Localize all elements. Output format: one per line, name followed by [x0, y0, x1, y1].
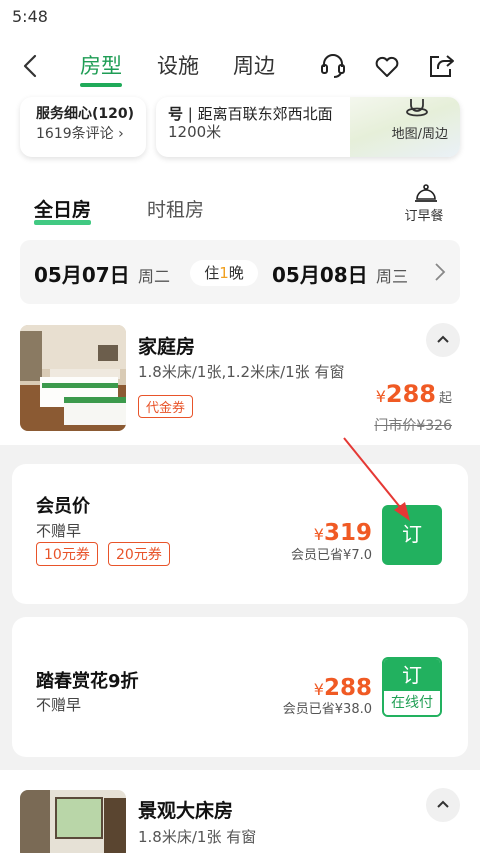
- rating-card[interactable]: 服务细心(120) 1619条评论 ›: [20, 97, 146, 157]
- back-icon[interactable]: [18, 53, 44, 79]
- offer-spring-discount[interactable]: 踏春赏花9折 不赠早 ¥288 会员已省¥38.0 订 在线付: [12, 617, 468, 757]
- book-online-button[interactable]: 订 在线付: [382, 657, 442, 717]
- offer-title: 会员价: [36, 496, 90, 517]
- room-list-section: 全日房 时租房 订早餐 05月07日 周二 住1晚 05月08日 周三 家庭房 …: [0, 175, 480, 445]
- tab-room-types-label: 房型: [80, 54, 122, 78]
- customer-service-icon[interactable]: [319, 52, 347, 80]
- room-bed-info: 1.8米床/1张 有窗: [138, 828, 257, 846]
- checkin-date: 05月07日: [34, 263, 130, 287]
- tab-facilities[interactable]: 设施: [157, 50, 199, 80]
- offer-price: ¥319: [313, 520, 372, 546]
- offer-breakfast: 不赠早: [36, 696, 82, 714]
- room-photo: [20, 325, 126, 431]
- offer-title: 踏春赏花9折: [36, 671, 139, 692]
- tab-hourly[interactable]: 时租房: [147, 195, 204, 222]
- room-bed-info: 1.8米床/1张,1.2米床/1张 有窗: [138, 363, 345, 381]
- review-count-link[interactable]: 1619条评论 ›: [36, 123, 124, 143]
- location-pin-icon: [406, 99, 428, 117]
- chevron-up-icon: [437, 800, 449, 808]
- chevron-up-icon: [437, 335, 449, 343]
- pay-online-label: 在线付: [384, 691, 440, 715]
- member-saved: 会员已省¥38.0: [282, 702, 372, 717]
- room-view-king[interactable]: 景观大床房 1.8米床/1张 有窗: [0, 770, 480, 853]
- nav-bar: 房型 设施 周边: [0, 40, 480, 92]
- active-tab-underline: [80, 83, 122, 87]
- offer-member-price[interactable]: 会员价 不赠早 10元券 20元券 ¥319 会员已省¥7.0 订: [12, 464, 468, 604]
- coupon-10: 10元券: [36, 542, 98, 566]
- book-button[interactable]: 订: [382, 505, 442, 565]
- tab-room-types[interactable]: 房型: [80, 50, 122, 87]
- checkin-weekday: 周二: [138, 267, 171, 286]
- tab-full-day-label: 全日房: [34, 199, 92, 221]
- sub-tab-underline: [34, 220, 92, 225]
- room-name: 家庭房: [138, 336, 196, 358]
- room-price: ¥288 起: [375, 380, 452, 408]
- tab-hourly-label: 时租房: [147, 199, 205, 221]
- room-photo: [20, 790, 126, 853]
- heart-icon[interactable]: [373, 52, 401, 80]
- door-price: 门市价¥326: [374, 418, 452, 434]
- map-label: 地图/周边: [391, 127, 448, 142]
- nights-badge: 住1晚: [190, 260, 258, 286]
- voucher-badge: 代金券: [138, 395, 194, 418]
- offer-breakfast: 不赠早: [36, 522, 82, 540]
- book-label: 订: [384, 659, 440, 691]
- checkout-date: 05月08日: [272, 263, 368, 287]
- review-count: 1619条评论: [36, 126, 114, 142]
- checkout-weekday: 周三: [376, 267, 409, 286]
- chevron-right-icon: ›: [118, 126, 124, 142]
- tab-facilities-label: 设施: [157, 54, 199, 78]
- collapse-button[interactable]: [426, 788, 460, 822]
- location-line-2: 1200米: [168, 123, 222, 141]
- map-thumbnail[interactable]: 地图/周边: [350, 97, 460, 157]
- room-family[interactable]: 家庭房 1.8米床/1张,1.2米床/1张 有窗 代金券 ¥288 起 门市价¥3…: [20, 323, 460, 435]
- tab-surroundings[interactable]: 周边: [233, 50, 275, 80]
- order-breakfast-label: 订早餐: [404, 209, 444, 224]
- header: 5:48 房型 设施 周边 服务细心(120) 1619条评论 › 地图/周边 …: [0, 0, 480, 175]
- cloche-icon: [415, 184, 437, 202]
- tab-full-day[interactable]: 全日房: [34, 195, 92, 225]
- member-saved: 会员已省¥7.0: [291, 548, 372, 563]
- rating-label: 服务细心(120): [36, 106, 135, 122]
- collapse-button[interactable]: [426, 323, 460, 357]
- date-selector[interactable]: 05月07日 周二 住1晚 05月08日 周三: [20, 240, 460, 304]
- order-breakfast-button[interactable]: 订早餐: [404, 183, 446, 224]
- share-icon[interactable]: [427, 52, 455, 80]
- status-time: 5:48: [12, 7, 48, 26]
- coupon-20: 20元券: [108, 542, 170, 566]
- tab-surroundings-label: 周边: [233, 54, 275, 78]
- chevron-right-icon: [435, 263, 446, 281]
- location-card[interactable]: 地图/周边 号 | 距离百联东郊西北面 1200米: [156, 97, 460, 157]
- room-name: 景观大床房: [138, 800, 234, 822]
